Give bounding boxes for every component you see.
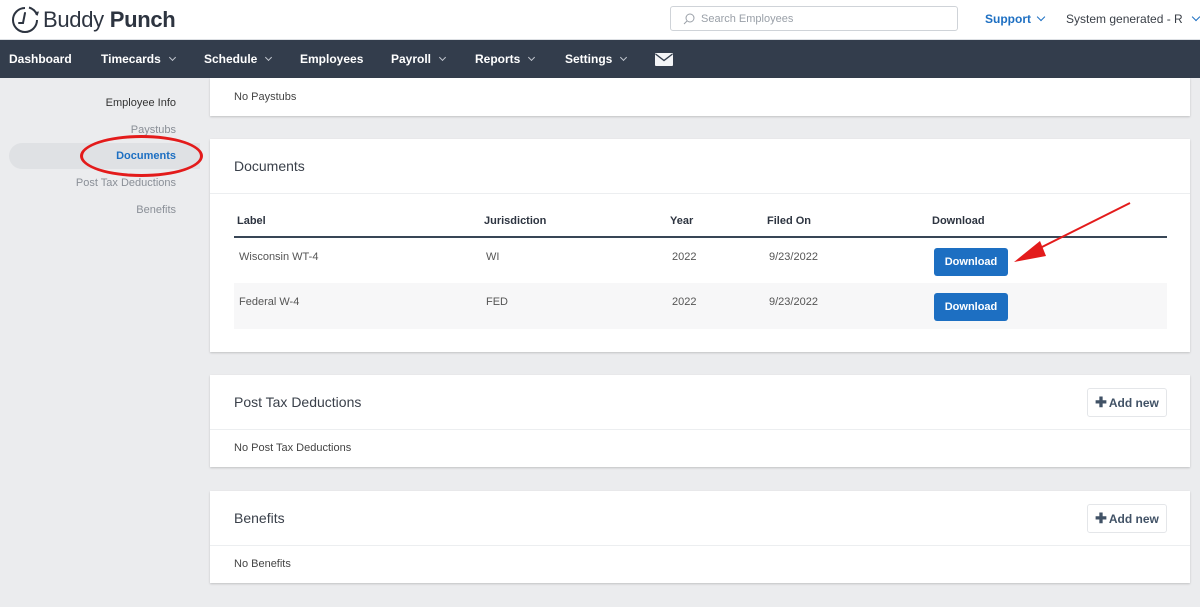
envelope-icon[interactable] <box>655 53 673 66</box>
cell-label: Wisconsin WT-4 <box>239 251 319 263</box>
user-label: System generated - R <box>1066 12 1183 26</box>
support-menu[interactable]: Support <box>985 12 1046 26</box>
cell-jurisdiction: FED <box>481 283 667 329</box>
search-input[interactable] <box>701 12 951 25</box>
benefits-empty-text: No Benefits <box>234 558 291 570</box>
benefits-title: Benefits <box>234 510 285 526</box>
column-header-year: Year <box>667 208 764 238</box>
logo-text: Buddy Punch <box>43 7 176 32</box>
post-tax-empty-text: No Post Tax Deductions <box>234 442 352 454</box>
search-icon <box>683 13 695 24</box>
download-button[interactable]: Download <box>934 293 1008 321</box>
search-box[interactable] <box>670 6 958 31</box>
sidebar-item-benefits[interactable]: Benefits <box>136 204 176 216</box>
nav-reports[interactable]: Reports <box>475 52 536 66</box>
sidebar-item-documents[interactable]: Documents <box>116 150 176 162</box>
paystubs-card: No Paystubs <box>210 78 1190 116</box>
nav-timecards[interactable]: Timecards <box>101 52 176 66</box>
column-header-jurisdiction: Jurisdiction <box>481 208 667 238</box>
add-new-label: Add new <box>1108 395 1159 410</box>
table-row: Federal W-4 FED 2022 9/23/2022 Download <box>234 283 1167 329</box>
cell-year: 2022 <box>672 251 697 263</box>
cell-filed-on: 9/23/2022 <box>769 251 818 263</box>
download-button[interactable]: Download <box>934 248 1008 276</box>
column-header-filed-on: Filed On <box>764 208 929 238</box>
table-row: Wisconsin WT-4 WI 2022 9/23/2022 Downloa… <box>234 237 1167 283</box>
cell-year: 2022 <box>667 283 764 329</box>
column-header-label: Label <box>234 208 481 238</box>
sidebar-item-post-tax-deductions[interactable]: Post Tax Deductions <box>76 177 176 189</box>
cell-download: Download <box>929 283 1167 329</box>
documents-table: Label Jurisdiction Year Filed On Downloa… <box>234 208 1167 329</box>
documents-title: Documents <box>234 158 305 174</box>
top-header: Buddy Punch Support System generated - R <box>0 0 1200 40</box>
nav-employees[interactable]: Employees <box>300 52 363 66</box>
add-benefit-button[interactable]: ✚ Add new <box>1087 504 1167 533</box>
chevron-down-icon <box>1191 12 1200 22</box>
cell-download: Download <box>929 237 1167 283</box>
support-label: Support <box>985 12 1031 26</box>
chevron-down-icon <box>265 53 273 61</box>
nav-dashboard[interactable]: Dashboard <box>9 52 72 66</box>
user-menu[interactable]: System generated - R <box>1066 12 1200 26</box>
logo[interactable]: Buddy Punch <box>9 4 176 36</box>
clock-logo-icon <box>12 6 39 33</box>
plus-icon: ✚ <box>1095 394 1107 410</box>
cell-label: Federal W-4 <box>234 283 481 329</box>
chevron-down-icon <box>1036 12 1046 22</box>
chevron-down-icon <box>620 53 628 61</box>
cell-filed-on: 9/23/2022 <box>764 283 929 329</box>
column-header-download: Download <box>929 208 1167 238</box>
chevron-down-icon <box>528 53 536 61</box>
benefits-card: Benefits ✚ Add new No Benefits <box>210 491 1190 583</box>
nav-settings[interactable]: Settings <box>565 52 628 66</box>
plus-icon: ✚ <box>1095 510 1107 526</box>
paystubs-empty-text: No Paystubs <box>234 91 297 103</box>
post-tax-deductions-card: Post Tax Deductions ✚ Add new No Post Ta… <box>210 375 1190 467</box>
add-new-label: Add new <box>1108 511 1159 526</box>
post-tax-header: Post Tax Deductions ✚ Add new <box>210 375 1190 430</box>
benefits-header: Benefits ✚ Add new <box>210 491 1190 546</box>
sidebar-item-paystubs[interactable]: Paystubs <box>131 124 176 136</box>
chevron-down-icon <box>438 53 447 61</box>
documents-card: Documents Label Jurisdiction Year Filed … <box>210 139 1190 352</box>
documents-header: Documents <box>210 139 1190 194</box>
nav-schedule[interactable]: Schedule <box>204 52 273 66</box>
nav-payroll[interactable]: Payroll <box>391 52 447 66</box>
cell-jurisdiction: WI <box>486 251 500 263</box>
add-post-tax-deduction-button[interactable]: ✚ Add new <box>1087 388 1167 417</box>
main-nav: Dashboard Timecards Schedule Employees P… <box>0 40 1200 78</box>
post-tax-title: Post Tax Deductions <box>234 394 362 410</box>
chevron-down-icon <box>168 53 176 61</box>
sidebar-item-employee-info[interactable]: Employee Info <box>106 97 176 109</box>
